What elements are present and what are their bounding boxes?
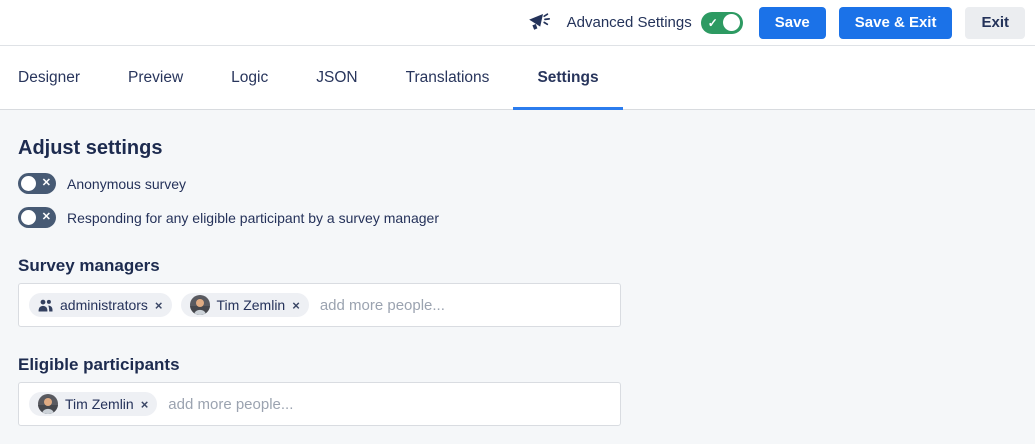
responding-for-participant-toggle[interactable]: ✕	[18, 207, 56, 228]
exit-button[interactable]: Exit	[965, 7, 1025, 39]
avatar-tim-zemlin	[190, 295, 210, 315]
cross-icon: ✕	[42, 178, 51, 189]
avatar-tim-zemlin	[38, 394, 58, 414]
anonymous-survey-label: Anonymous survey	[67, 176, 186, 192]
tab-bar: Designer Preview Logic JSON Translations…	[0, 46, 1035, 110]
tag-tim-zemlin: Tim Zemlin ×	[29, 392, 157, 416]
tab-preview[interactable]: Preview	[104, 46, 207, 109]
tab-settings[interactable]: Settings	[513, 46, 622, 109]
topbar: Advanced Settings ✓ Save Save & Exit Exi…	[0, 0, 1035, 46]
survey-managers-input[interactable]: administrators × Tim Zemlin ×	[18, 283, 621, 327]
responding-for-participant-row: ✕ Responding for any eligible participan…	[18, 207, 1017, 228]
save-and-exit-button[interactable]: Save & Exit	[839, 7, 953, 39]
eligible-participants-input[interactable]: Tim Zemlin ×	[18, 382, 621, 426]
add-people-field[interactable]	[166, 395, 610, 414]
remove-tag-icon[interactable]: ×	[155, 299, 163, 312]
cross-icon: ✕	[42, 212, 51, 223]
add-people-field[interactable]	[318, 296, 610, 315]
check-icon: ✓	[708, 17, 718, 29]
responding-for-participant-label: Responding for any eligible participant …	[67, 210, 439, 226]
group-icon	[38, 299, 53, 312]
megaphone-icon	[528, 13, 551, 33]
tab-logic[interactable]: Logic	[207, 46, 292, 109]
toggle-knob	[21, 210, 36, 225]
tab-json[interactable]: JSON	[292, 46, 381, 109]
remove-tag-icon[interactable]: ×	[292, 299, 300, 312]
tab-designer[interactable]: Designer	[0, 46, 104, 109]
toggle-knob	[21, 176, 36, 191]
tag-label: Tim Zemlin	[217, 297, 286, 313]
remove-tag-icon[interactable]: ×	[141, 398, 149, 411]
tag-administrators: administrators ×	[29, 293, 172, 317]
save-button[interactable]: Save	[759, 7, 826, 39]
anonymous-survey-toggle[interactable]: ✕	[18, 173, 56, 194]
tag-tim-zemlin: Tim Zemlin ×	[181, 293, 309, 317]
advanced-settings-label: Advanced Settings	[567, 14, 692, 31]
advanced-settings-toggle[interactable]: ✓	[701, 12, 743, 34]
settings-panel: Adjust settings ✕ Anonymous survey ✕ Res…	[0, 110, 1035, 444]
survey-managers-heading: Survey managers	[18, 256, 1017, 276]
survey-creator-app: Advanced Settings ✓ Save Save & Exit Exi…	[0, 0, 1035, 444]
adjust-settings-heading: Adjust settings	[18, 137, 1017, 160]
tab-translations[interactable]: Translations	[382, 46, 514, 109]
eligible-participants-heading: Eligible participants	[18, 355, 1017, 375]
anonymous-survey-row: ✕ Anonymous survey	[18, 173, 1017, 194]
toggle-knob	[723, 14, 740, 31]
tag-label: Tim Zemlin	[65, 396, 134, 412]
tag-label: administrators	[60, 297, 148, 313]
